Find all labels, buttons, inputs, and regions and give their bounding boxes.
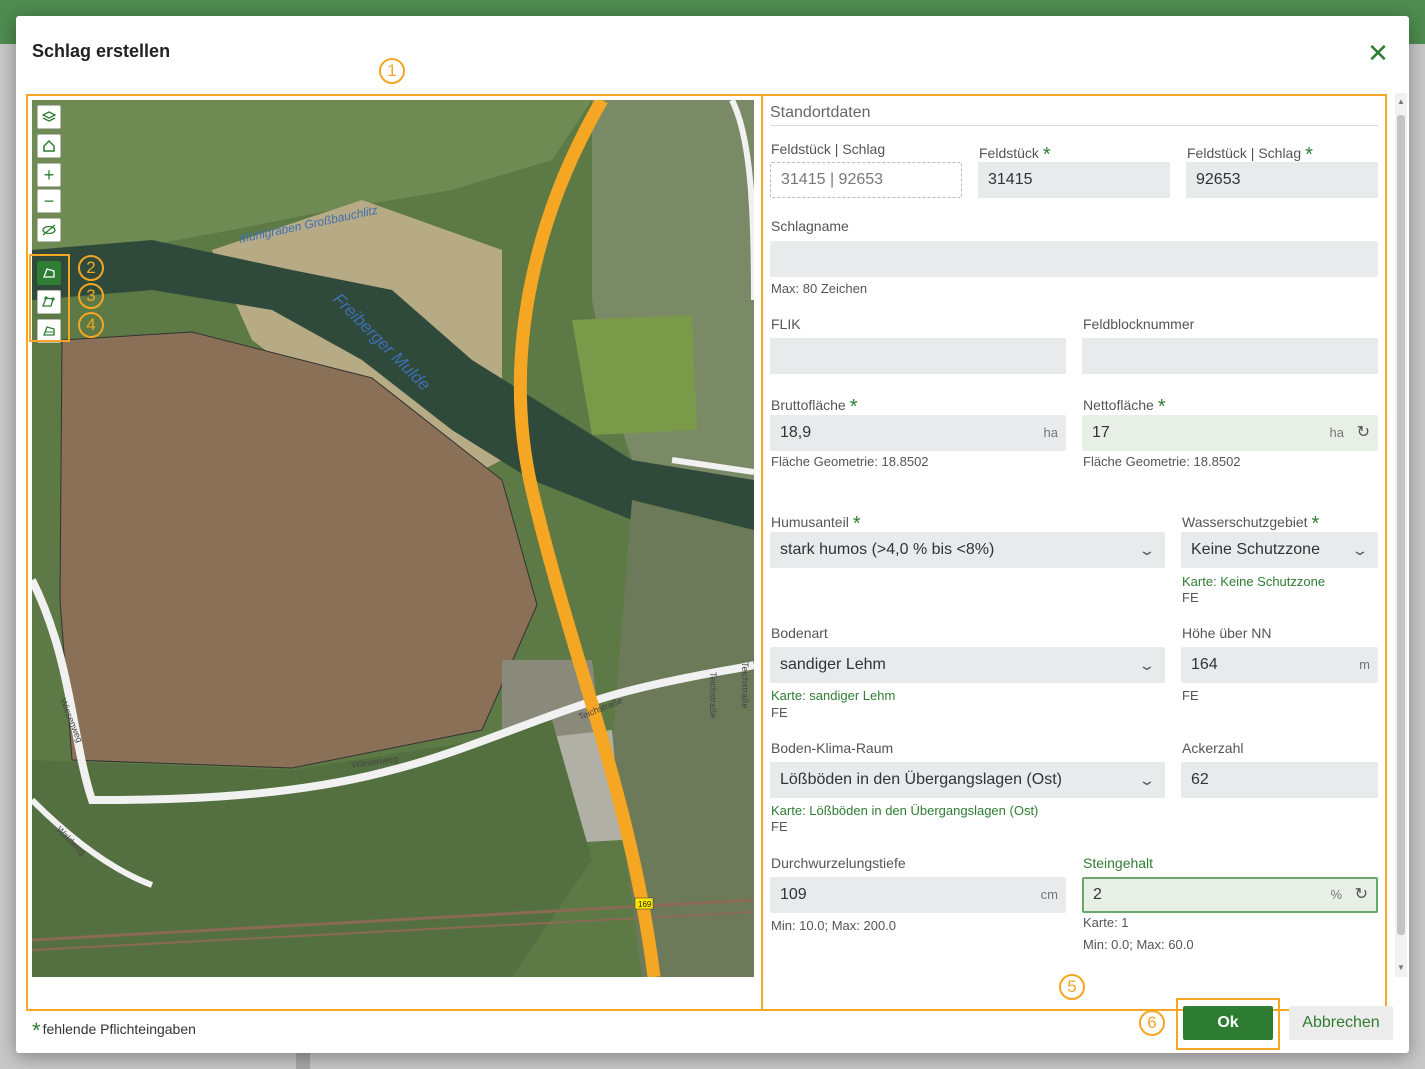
close-icon[interactable]: ✕ bbox=[1367, 40, 1389, 66]
required-note-text: fehlende Pflichteingaben bbox=[42, 1021, 196, 1037]
ok-button[interactable]: Ok bbox=[1183, 1006, 1273, 1040]
annotation-box-map bbox=[26, 94, 763, 1011]
form-scrollbar[interactable]: ▲ ▼ bbox=[1395, 93, 1407, 977]
scroll-up-icon[interactable]: ▲ bbox=[1395, 97, 1407, 106]
annotation-marker-4: 4 bbox=[78, 312, 104, 338]
annotation-marker-6: 6 bbox=[1139, 1010, 1165, 1036]
scroll-down-icon[interactable]: ▼ bbox=[1395, 963, 1407, 972]
required-mark: * bbox=[32, 1018, 41, 1043]
annotation-marker-2: 2 bbox=[78, 255, 104, 281]
annotation-box-tools bbox=[29, 254, 70, 342]
annotation-box-form bbox=[761, 94, 1387, 1011]
annotation-marker-5: 5 bbox=[1059, 974, 1085, 1000]
create-field-dialog: Schlag erstellen ✕ Freiberger Mulde Mühl… bbox=[16, 16, 1409, 1053]
cancel-button[interactable]: Abbrechen bbox=[1289, 1006, 1393, 1040]
annotation-marker-3: 3 bbox=[78, 283, 104, 309]
scroll-thumb[interactable] bbox=[1397, 115, 1405, 935]
dialog-title: Schlag erstellen bbox=[32, 41, 171, 61]
required-note: * fehlende Pflichteingaben bbox=[32, 1014, 196, 1043]
annotation-marker-1: 1 bbox=[379, 58, 405, 84]
